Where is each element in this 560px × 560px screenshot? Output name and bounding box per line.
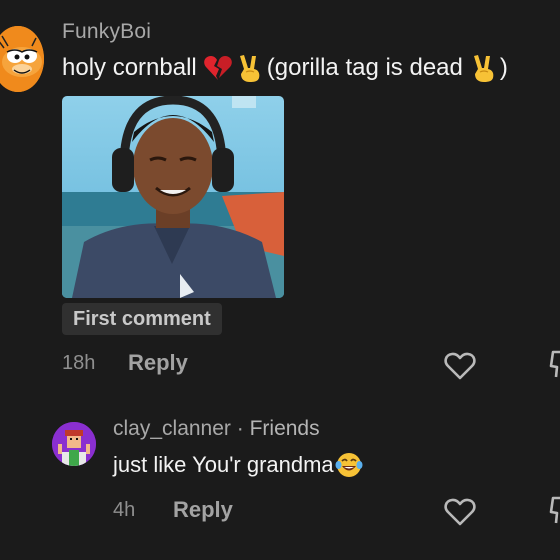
- broken-heart-emoji: [203, 56, 232, 80]
- comment-meta: clay_clanner · Friends: [113, 417, 320, 441]
- comment-text-part: holy cornball: [62, 54, 197, 81]
- meta-separator: ·: [230, 417, 250, 440]
- thumbs-down-icon[interactable]: [549, 350, 560, 380]
- garfield-avatar-image: [0, 26, 44, 92]
- thumbs-down-icon[interactable]: [549, 496, 560, 526]
- character-avatar-image: [52, 422, 96, 466]
- avatar-funkyboi[interactable]: [0, 26, 44, 92]
- avatar-clay-clanner[interactable]: [52, 422, 96, 466]
- comments-screen: FunkyBoi holy cornball (gorilla tag is d…: [0, 0, 560, 560]
- comment-text-part: ): [499, 54, 508, 81]
- tears-of-joy-emoji: [335, 453, 363, 477]
- heart-outline-icon[interactable]: [444, 498, 476, 526]
- comment-timestamp: 4h: [113, 499, 136, 521]
- reply-button[interactable]: Reply: [128, 350, 188, 376]
- comment-text: just like You'r grandma: [113, 451, 363, 479]
- victory-hand-emoji: [239, 55, 260, 82]
- comment-text-part: just like You'r grandma: [113, 452, 334, 477]
- victory-hand-emoji: [473, 55, 494, 82]
- comment-timestamp: 18h: [62, 352, 96, 374]
- friends-label: Friends: [249, 417, 320, 440]
- heart-outline-icon[interactable]: [444, 352, 476, 380]
- comment-text: holy cornball (gorilla tag is dead ): [62, 53, 508, 83]
- first-comment-badge: First comment: [62, 303, 222, 335]
- comment-image[interactable]: [62, 96, 284, 298]
- comment-username[interactable]: FunkyBoi: [62, 20, 151, 44]
- attached-photo: [62, 96, 284, 298]
- comment-text-part: (gorilla tag is dead: [266, 54, 463, 81]
- reply-button[interactable]: Reply: [173, 497, 233, 523]
- comment-username[interactable]: clay_clanner: [113, 417, 231, 440]
